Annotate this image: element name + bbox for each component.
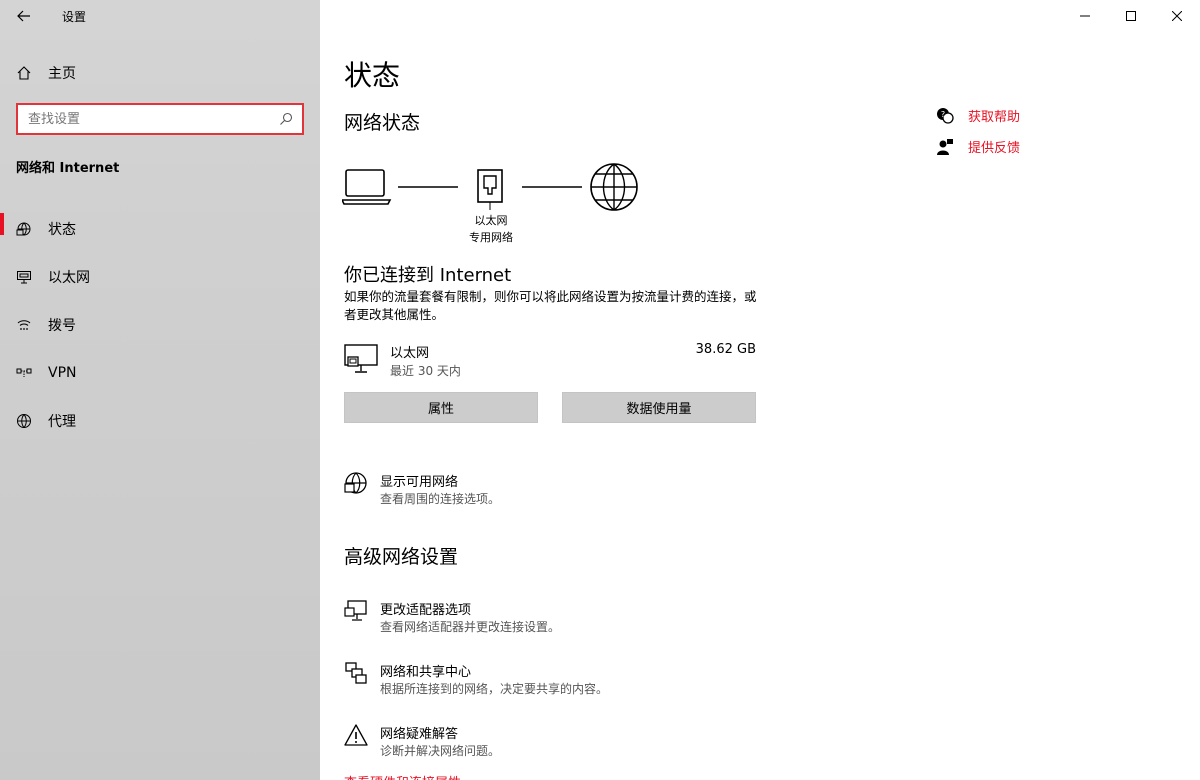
close-icon <box>1172 11 1182 21</box>
sharing-center-icon <box>345 662 367 684</box>
window-controls <box>1062 0 1200 32</box>
get-help-label: 获取帮助 <box>968 110 1021 125</box>
feedback-link[interactable]: 提供反馈 <box>934 131 1134 162</box>
adapter-icon <box>344 600 367 621</box>
data-usage-button[interactable]: 数据使用量 <box>562 392 756 423</box>
minimize-icon <box>1080 15 1090 17</box>
search-input[interactable] <box>28 111 278 127</box>
ethernet-port-icon <box>477 169 503 210</box>
globe-icon <box>590 163 638 211</box>
main-content: 状态 网络状态 以太网 专用网络 你已连接到 Internet 如果你的流量套餐… <box>320 0 1200 780</box>
title-bar: 设置 <box>0 0 320 32</box>
help-chat-icon: ? <box>934 105 956 127</box>
svg-text:?: ? <box>941 110 945 119</box>
sharing-center-sub: 根据所连接到的网络，决定要共享的内容。 <box>380 682 609 696</box>
ethernet-adapter-icon <box>344 344 378 373</box>
search-box[interactable] <box>16 103 304 135</box>
sharing-center-link[interactable]: 网络和共享中心 根据所连接到的网络，决定要共享的内容。 <box>344 661 844 701</box>
get-help-link[interactable]: ? 获取帮助 <box>934 100 1134 131</box>
maximize-icon <box>1126 11 1136 21</box>
sidebar-item-label: 拨号 <box>48 318 76 334</box>
adapter-summary: 以太网 最近 30 天内 38.62 GB <box>344 342 756 382</box>
feedback-icon <box>934 136 956 158</box>
sharing-center-title: 网络和共享中心 <box>380 665 472 680</box>
search-icon[interactable] <box>278 111 294 127</box>
adapter-period: 最近 30 天内 <box>390 364 461 378</box>
advanced-settings-heading: 高级网络设置 <box>344 546 459 568</box>
status-icon <box>0 221 48 237</box>
sidebar-item-label: 代理 <box>48 414 76 430</box>
sidebar-nav: 状态 以太网 拨号 VPN 代理 <box>0 205 320 445</box>
sidebar-item-status[interactable]: 状态 <box>0 205 320 253</box>
sidebar-item-ethernet[interactable]: 以太网 <box>0 253 320 301</box>
change-adapter-title: 更改适配器选项 <box>380 603 472 618</box>
close-button[interactable] <box>1154 0 1200 32</box>
adapter-data-size: 38.62 GB <box>695 342 756 357</box>
show-networks-title: 显示可用网络 <box>380 475 459 490</box>
connection-description: 如果你的流量套餐有限制，则你可以将此网络设置为按流量计费的连接，或者更改其他属性… <box>344 289 757 322</box>
hardware-properties-link[interactable]: 查看硬件和连接属性 <box>344 772 461 780</box>
proxy-icon <box>0 413 48 429</box>
sidebar-item-label: 以太网 <box>48 270 90 286</box>
show-networks-sub: 查看周围的连接选项。 <box>380 492 501 506</box>
section-heading: 网络和 Internet <box>16 161 120 176</box>
help-panel: ? 获取帮助 提供反馈 <box>934 100 1134 162</box>
sidebar-item-dialup[interactable]: 拨号 <box>0 301 320 349</box>
ethernet-icon <box>0 269 48 285</box>
warning-icon <box>344 724 368 746</box>
back-button[interactable] <box>0 0 48 32</box>
sidebar-item-label: VPN <box>48 365 77 381</box>
home-label: 主页 <box>48 66 76 82</box>
sidebar-item-home[interactable]: 主页 <box>0 58 320 88</box>
feedback-label: 提供反馈 <box>968 141 1021 156</box>
troubleshooter-title: 网络疑难解答 <box>380 727 459 742</box>
diagram-label-network-type: 专用网络 <box>469 231 513 244</box>
available-networks-icon <box>344 472 367 494</box>
vpn-icon <box>0 365 48 381</box>
diagram-label-ethernet: 以太网 <box>474 214 508 227</box>
sidebar-item-label: 状态 <box>48 222 76 238</box>
minimize-button[interactable] <box>1062 0 1108 32</box>
app-title: 设置 <box>62 9 87 24</box>
properties-button[interactable]: 属性 <box>344 392 538 423</box>
sidebar: 设置 主页 网络和 Internet 状态 以太网 拨号 <box>0 0 320 780</box>
change-adapter-sub: 查看网络适配器并更改连接设置。 <box>380 620 561 634</box>
back-arrow-icon <box>17 10 30 22</box>
page-title: 状态 <box>344 59 401 92</box>
sidebar-item-vpn[interactable]: VPN <box>0 349 320 397</box>
sidebar-item-proxy[interactable]: 代理 <box>0 397 320 445</box>
home-icon <box>0 65 48 81</box>
connection-status-title: 你已连接到 Internet <box>344 265 512 286</box>
adapter-name: 以太网 <box>390 346 430 361</box>
dialup-icon <box>0 317 48 333</box>
change-adapter-options-link[interactable]: 更改适配器选项 查看网络适配器并更改连接设置。 <box>344 599 844 639</box>
maximize-button[interactable] <box>1108 0 1154 32</box>
network-status-heading: 网络状态 <box>344 112 421 134</box>
show-networks-link[interactable]: 显示可用网络 查看周围的连接选项。 <box>344 471 844 511</box>
troubleshooter-sub: 诊断并解决网络问题。 <box>380 744 501 758</box>
troubleshooter-link[interactable]: 网络疑难解答 诊断并解决网络问题。 <box>344 723 844 763</box>
laptop-icon <box>342 169 392 205</box>
